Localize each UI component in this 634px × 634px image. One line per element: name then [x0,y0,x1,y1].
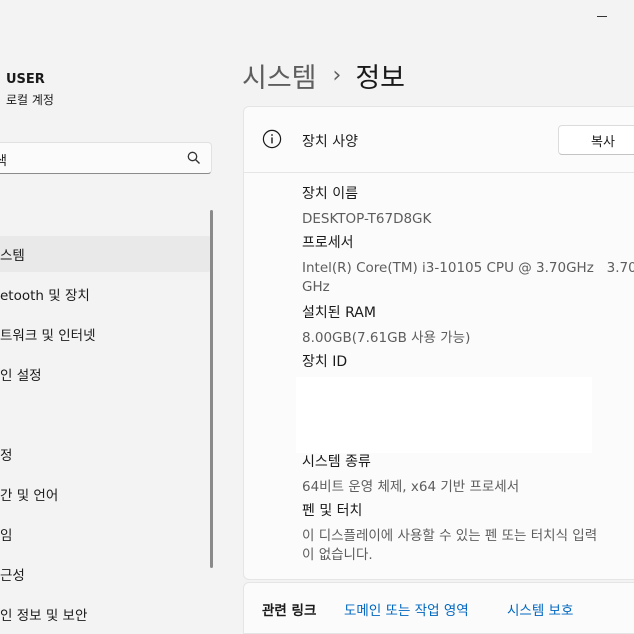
search-input[interactable]: 색 [0,142,212,174]
system-type-row: 시스템 종류 64비트 운영 체제, x64 기반 프로세서 [302,453,519,497]
related-links: 관련 링크 도메인 또는 작업 영역 시스템 보호 [243,582,634,634]
page-title: 정보 [355,63,406,94]
pen-touch-value-cont: 이 없습니다. [302,547,373,563]
user-name: USER [6,72,45,87]
sidebar-item-time-language[interactable]: 간 및 언어 [0,476,212,512]
sidebar-item-label: 스템 [0,248,25,264]
link-system-protection[interactable]: 시스템 보호 [507,599,573,619]
ram-row: 설치된 RAM 8.00GB(7.61GB 사용 가능) [302,304,470,348]
sidebar-item-accessibility[interactable]: 근성 [0,556,212,592]
device-id-row: 장치 ID [302,353,347,372]
device-id-label: 장치 ID [302,354,348,370]
sidebar-item-gaming[interactable]: 임 [0,516,212,552]
system-type-value: 64비트 운영 체제, x64 기반 프로세서 [302,479,520,495]
sidebar-item-label: 정 [0,448,13,464]
user-profile[interactable]: USER 로컬 계정 [6,72,54,108]
sidebar-item-accounts[interactable]: 정 [0,436,212,472]
info-icon [262,129,282,149]
ram-label: 설치된 RAM [302,305,376,321]
device-spec-title: 장치 사양 [302,134,358,150]
sidebar-nav: 스템 etooth 및 장치 트워크 및 인터넷 인 설정 정 간 및 언어 임… [0,236,212,634]
sidebar-item-network[interactable]: 트워크 및 인터넷 [0,316,212,352]
breadcrumb-parent[interactable]: 시스템 [242,56,317,95]
sidebar-item-label: 간 및 언어 [0,488,59,504]
sidebar-item-label: 임 [0,528,13,544]
sidebar-item-label: 트워크 및 인터넷 [0,328,96,344]
device-spec-card: 장치 사양 복사 장치 이름 DESKTOP-T67D8GK 프로세서 Inte… [243,106,634,580]
sidebar-item-system[interactable]: 스템 [0,236,212,272]
processor-label: 프로세서 [302,235,354,251]
sidebar-item-label: 인 정보 및 보안 [0,608,88,624]
minimize-button[interactable] [592,10,612,22]
processor-row: 프로세서 Intel(R) Core(TM) i3-10105 CPU @ 3.… [302,234,634,297]
system-type-label: 시스템 종류 [302,454,371,470]
breadcrumb-separator: › [332,63,342,88]
ram-value: 8.00GB(7.61GB 사용 가능) [302,330,471,346]
sidebar-item-label: 근성 [0,568,25,584]
sidebar-item-personalization[interactable]: 인 설정 [0,356,212,392]
device-name-row: 장치 이름 DESKTOP-T67D8GK [302,185,431,229]
sidebar-item-label: 인 설정 [0,368,42,384]
pen-touch-label: 펜 및 터치 [302,503,363,519]
link-domain-workgroup[interactable]: 도메인 또는 작업 영역 [344,599,469,619]
sidebar-item-label: etooth 및 장치 [0,288,90,304]
device-name-value: DESKTOP-T67D8GK [302,211,432,227]
device-name-label: 장치 이름 [302,186,358,202]
search-icon[interactable] [187,151,201,165]
copy-button[interactable]: 복사 [558,125,634,155]
device-spec-header[interactable]: 장치 사양 복사 [244,107,634,173]
pen-touch-row: 펜 및 터치 이 디스플레이에 사용할 수 있는 펜 또는 터치식 입력 이 없… [302,502,634,565]
device-id-value [296,377,592,453]
account-type: 로컬 계정 [6,93,54,107]
search-input-value: 색 [0,154,7,169]
sidebar-item-bluetooth[interactable]: etooth 및 장치 [0,276,212,312]
breadcrumb: 시스템 › 정보 [242,56,405,95]
processor-value: Intel(R) Core(TM) i3-10105 CPU @ 3.70GHz… [302,260,634,276]
sidebar-item-apps[interactable] [0,396,212,432]
sidebar-item-privacy[interactable]: 인 정보 및 보안 [0,596,212,632]
sidebar-scrollbar[interactable] [210,210,213,568]
processor-value-cont: GHz [302,279,330,295]
pen-touch-value: 이 디스플레이에 사용할 수 있는 펜 또는 터치식 입력 [302,528,598,544]
related-links-title: 관련 링크 [262,603,317,619]
minimize-icon [597,15,607,17]
